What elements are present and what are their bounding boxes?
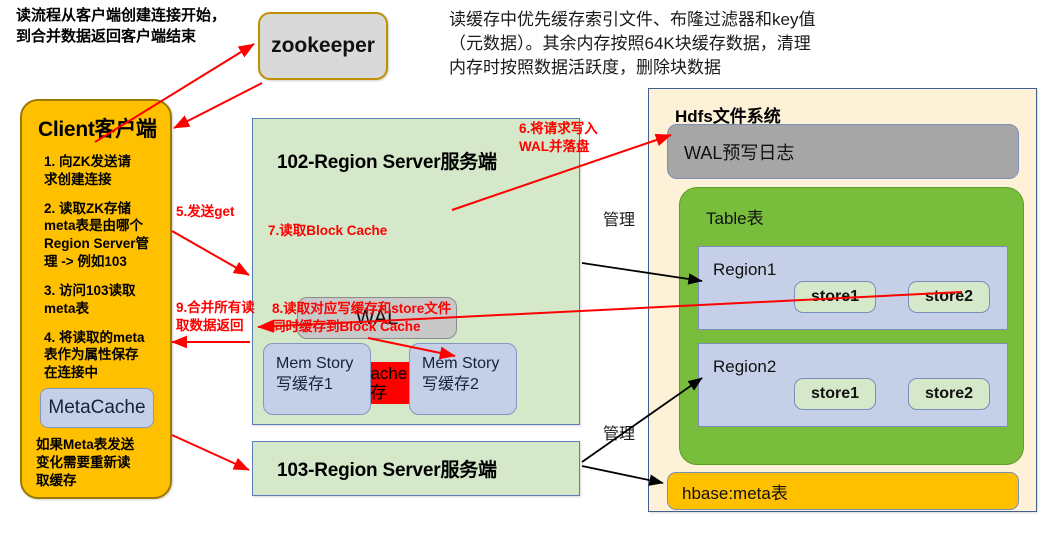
client-box[interactable]: Client客户端 1. 向ZK发送请 求创建连接 2. 读取ZK存储 meta…	[20, 99, 172, 499]
memstore-2-line1: Mem Story	[422, 355, 500, 372]
arrow-zookeeper-to-client	[173, 82, 263, 129]
hbase-meta-table-label: hbase:meta表	[682, 483, 788, 503]
region-1-label: Region1	[713, 260, 777, 279]
client-title: Client客户端	[38, 118, 157, 141]
arrow-step-5-send-get	[171, 230, 250, 276]
region-1-store-2[interactable]: store2	[908, 281, 990, 313]
client-footer-note: 如果Meta表发送 变化需要重新读 取缓存	[36, 436, 135, 488]
annotation-step-6: 6.将请求写入 WAL并落盘	[519, 121, 598, 154]
table-label: Table表	[706, 209, 764, 228]
hbase-meta-table-box[interactable]: hbase:meta表	[667, 472, 1019, 510]
flow-note-text: 读流程从客户端创建连接开始， 到合并数据返回客户端结束	[16, 7, 227, 45]
metacache-box[interactable]: MetaCache	[40, 387, 154, 428]
region-server-102-box[interactable]: 102-Region Server服务端 WAL Block cache 读缓存…	[252, 118, 580, 425]
region-2-store-1-label: store1	[810, 385, 860, 402]
region-1-store-2-label: store2	[924, 288, 974, 305]
client-step-2: 2. 读取ZK存储 meta表是由哪个 Region Server管 理 -> …	[44, 200, 150, 270]
memstore-1-line1: Mem Story	[276, 355, 354, 372]
region-server-103-title: 103-Region Server服务端	[277, 460, 497, 481]
annotation-step-7: 7.读取Block Cache	[268, 223, 388, 238]
region-2-store-2[interactable]: store2	[908, 378, 990, 410]
region-2-label: Region2	[713, 357, 777, 376]
region-1-box[interactable]: Region1 store1 store2	[698, 246, 1008, 330]
region-server-103-box[interactable]: 103-Region Server服务端	[252, 441, 580, 496]
annotation-step-5: 5.发送get	[176, 204, 235, 219]
region-1-store-1-label: store1	[810, 288, 860, 305]
region-server-102-title: 102-Region Server服务端	[277, 152, 497, 173]
zookeeper-box[interactable]: zookeeper	[258, 12, 388, 80]
region-1-store-1[interactable]: store1	[794, 281, 876, 313]
region-2-store-1[interactable]: store1	[794, 378, 876, 410]
memstore-1-line2: 写缓存1	[276, 375, 333, 393]
client-step-4: 4. 将读取的meta 表作为属性保存 在连接中	[44, 329, 145, 381]
client-step-3: 3. 访问103读取 meta表	[44, 282, 136, 316]
client-step-1: 1. 向ZK发送请 求创建连接	[44, 154, 132, 187]
arrow-client-to-region-server-103	[171, 434, 250, 471]
memstore-2-box[interactable]: Mem Story 写缓存2	[409, 343, 517, 415]
memstore-2-line2: 写缓存2	[422, 375, 479, 393]
annotation-step-8: 8.读取对应写缓存和store文件 同时缓存到Block Cache	[272, 301, 452, 334]
memstore-1-box[interactable]: Mem Story 写缓存1	[263, 343, 371, 415]
zookeeper-label: zookeeper	[271, 34, 375, 57]
hdfs-box[interactable]: Hdfs文件系统 WAL预写日志 Table表 Region1 store1 s…	[648, 88, 1037, 512]
cache-note-text: 读缓存中优先缓存索引文件、布隆过滤器和key值 （元数据）。其余内存按照64K块…	[449, 10, 816, 78]
annotation-step-9: 9.合并所有读 取数据返回	[176, 300, 255, 333]
annotation-manage-bottom: 管理	[603, 426, 636, 443]
region-2-store-2-label: store2	[924, 385, 974, 402]
metacache-label: MetaCache	[48, 396, 146, 418]
table-box[interactable]: Table表 Region1 store1 store2 Region2 sto…	[679, 187, 1024, 465]
annotation-manage-top: 管理	[603, 212, 636, 229]
region-2-box[interactable]: Region2 store1 store2	[698, 343, 1008, 427]
wal-log-label: WAL预写日志	[684, 142, 795, 163]
wal-log-box[interactable]: WAL预写日志	[667, 124, 1019, 179]
diagram-canvas: 读流程从客户端创建连接开始， 到合并数据返回客户端结束 读缓存中优先缓存索引文件…	[0, 0, 1055, 533]
